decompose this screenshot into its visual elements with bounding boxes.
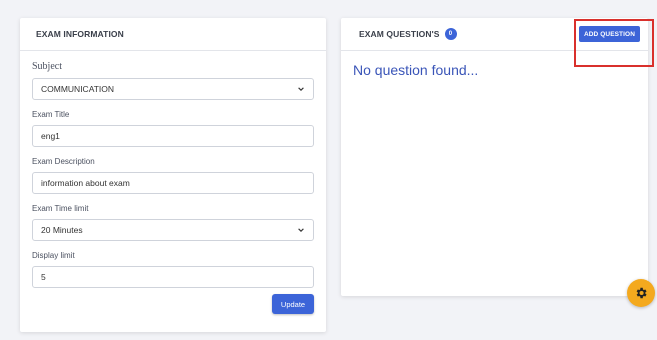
chevron-down-icon: [298, 228, 304, 232]
display-limit-value: 5: [41, 272, 46, 282]
exam-title-label: Exam Title: [32, 110, 70, 119]
gear-icon: [636, 287, 647, 299]
exam-description-label: Exam Description: [32, 157, 95, 166]
empty-state-text: No question found...: [353, 62, 479, 78]
exam-information-card: EXAM INFORMATION Subject COMMUNICATION E…: [20, 18, 326, 332]
exam-information-form: Subject COMMUNICATION Exam Title eng1 Ex…: [20, 51, 326, 288]
exam-questions-title: EXAM QUESTION'S: [359, 29, 440, 39]
question-count-badge: 0: [444, 28, 457, 40]
subject-select-value: COMMUNICATION: [41, 84, 115, 94]
exam-title-value: eng1: [41, 131, 60, 141]
chevron-down-icon: [298, 87, 304, 91]
highlight-box: [574, 19, 654, 67]
exam-description-value: information about exam: [41, 178, 130, 188]
display-limit-input[interactable]: 5: [32, 266, 314, 288]
exam-time-limit-value: 20 Minutes: [41, 225, 83, 235]
exam-time-limit-label: Exam Time limit: [32, 204, 89, 213]
subject-select[interactable]: COMMUNICATION: [32, 78, 314, 100]
display-limit-label: Display limit: [32, 251, 75, 260]
settings-fab[interactable]: [627, 279, 655, 307]
exam-title-input[interactable]: eng1: [32, 125, 314, 147]
exam-information-header: EXAM INFORMATION: [20, 18, 326, 51]
subject-label: Subject: [32, 61, 62, 72]
exam-time-limit-select[interactable]: 20 Minutes: [32, 219, 314, 241]
exam-description-input[interactable]: information about exam: [32, 172, 314, 194]
update-button[interactable]: Update: [272, 294, 314, 314]
